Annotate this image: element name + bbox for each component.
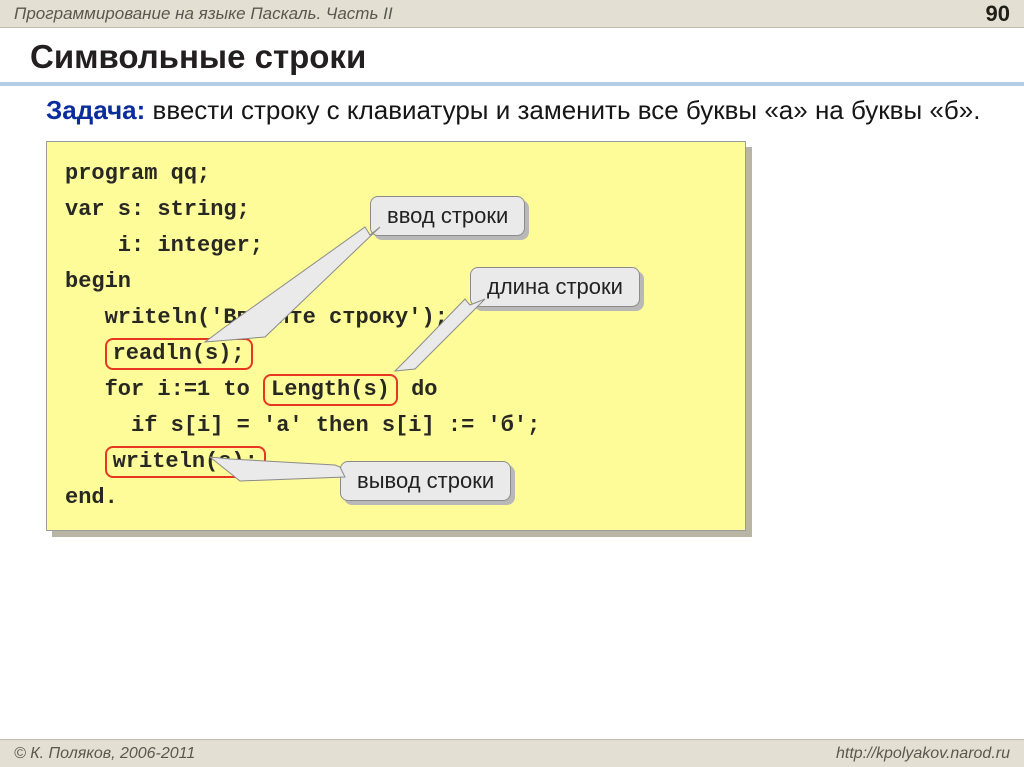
code-line: var s: string; [65,197,250,222]
code-line: writeln('Введите строку'); [65,305,448,330]
main-title: Символьные строки [0,28,1024,82]
highlight-length: Length(s) [263,374,398,406]
code-line: if s[i] = 'а' then s[i] := 'б'; [65,413,540,438]
highlight-writeln: writeln(s); [105,446,266,478]
callout-input: ввод строки [370,196,525,236]
footer-left: © К. Поляков, 2006-2011 [14,745,195,763]
task-text: Задача: ввести строку с клавиатуры и зам… [0,94,1024,127]
task-body: ввести строку с клавиатуры и заменить вс… [145,95,980,125]
code-line-prefix [65,449,105,474]
code-line: i: integer; [65,233,263,258]
header-title: Программирование на языке Паскаль. Часть… [14,4,393,24]
code-line: end. [65,485,118,510]
callout-output: вывод строки [340,461,511,501]
code-line-suffix: do [398,377,438,402]
code-line-prefix [65,341,105,366]
task-label: Задача: [46,95,145,125]
title-divider [0,82,1024,86]
callout-length: длина строки [470,267,640,307]
footer-right: http://kpolyakov.narod.ru [836,745,1010,763]
code-line-prefix: for i:=1 to [65,377,263,402]
slide-header: Программирование на языке Паскаль. Часть… [0,0,1024,28]
page-number: 90 [986,1,1010,27]
code-line: begin [65,269,131,294]
slide-footer: © К. Поляков, 2006-2011 http://kpolyakov… [0,739,1024,767]
highlight-readln: readln(s); [105,338,253,370]
code-area: program qq; var s: string; i: integer; b… [0,127,1024,531]
code-line: program qq; [65,161,210,186]
